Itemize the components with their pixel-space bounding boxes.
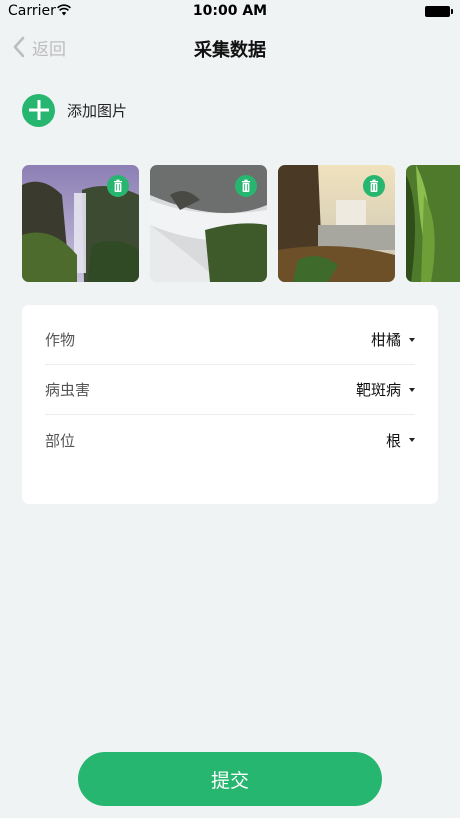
pest-label: 病虫害	[45, 381, 91, 399]
trash-icon	[114, 179, 122, 192]
part-label: 部位	[45, 431, 76, 450]
photo-strip	[22, 165, 460, 283]
delete-photo-button[interactable]	[235, 175, 257, 197]
crop-info-form: 作物 柑橘 病虫害 靶斑病 部位 根	[22, 305, 438, 504]
photo-thumbnail[interactable]	[150, 165, 267, 282]
part-select[interactable]: 根	[386, 430, 415, 451]
trash-icon	[370, 179, 378, 192]
status-time: 10:00 AM	[192, 3, 268, 19]
caret-down-icon	[409, 438, 415, 442]
pest-select[interactable]: 靶斑病	[356, 379, 415, 400]
trash-icon	[242, 179, 250, 192]
caret-down-icon	[409, 337, 415, 342]
photo-thumbnail[interactable]	[278, 165, 395, 282]
battery-icon	[425, 6, 453, 17]
plus-circle-icon	[22, 93, 55, 127]
crop-select[interactable]: 柑橘	[371, 329, 415, 350]
photo-thumbnail[interactable]	[406, 165, 460, 282]
form-row-crop[interactable]: 作物 柑橘	[45, 315, 415, 365]
crop-label: 作物	[45, 331, 76, 349]
status-bar: Carrier 10:00 AM	[0, 0, 460, 24]
collect-data-screen: Carrier 10:00 AM 返回 采集数据 添加图片 作物 柑橘 病虫害 …	[0, 0, 460, 818]
delete-photo-button[interactable]	[363, 175, 385, 197]
delete-photo-button[interactable]	[107, 175, 129, 197]
page-title: 采集数据	[194, 40, 266, 61]
pest-value: 靶斑病	[355, 381, 401, 399]
submit-button[interactable]: 提交	[78, 752, 382, 806]
crop-value: 柑橘	[370, 331, 401, 349]
navigation-bar: 返回 采集数据	[0, 24, 460, 70]
part-value: 根	[385, 431, 401, 450]
caret-down-icon	[409, 387, 415, 392]
add-image-label: 添加图片	[67, 101, 128, 120]
form-row-pest[interactable]: 病虫害 靶斑病	[45, 365, 415, 415]
form-row-part[interactable]: 部位 根	[45, 415, 415, 465]
photo-thumbnail[interactable]	[22, 165, 139, 282]
green-foliage-image	[406, 165, 460, 282]
add-image-button[interactable]: 添加图片	[22, 93, 127, 127]
